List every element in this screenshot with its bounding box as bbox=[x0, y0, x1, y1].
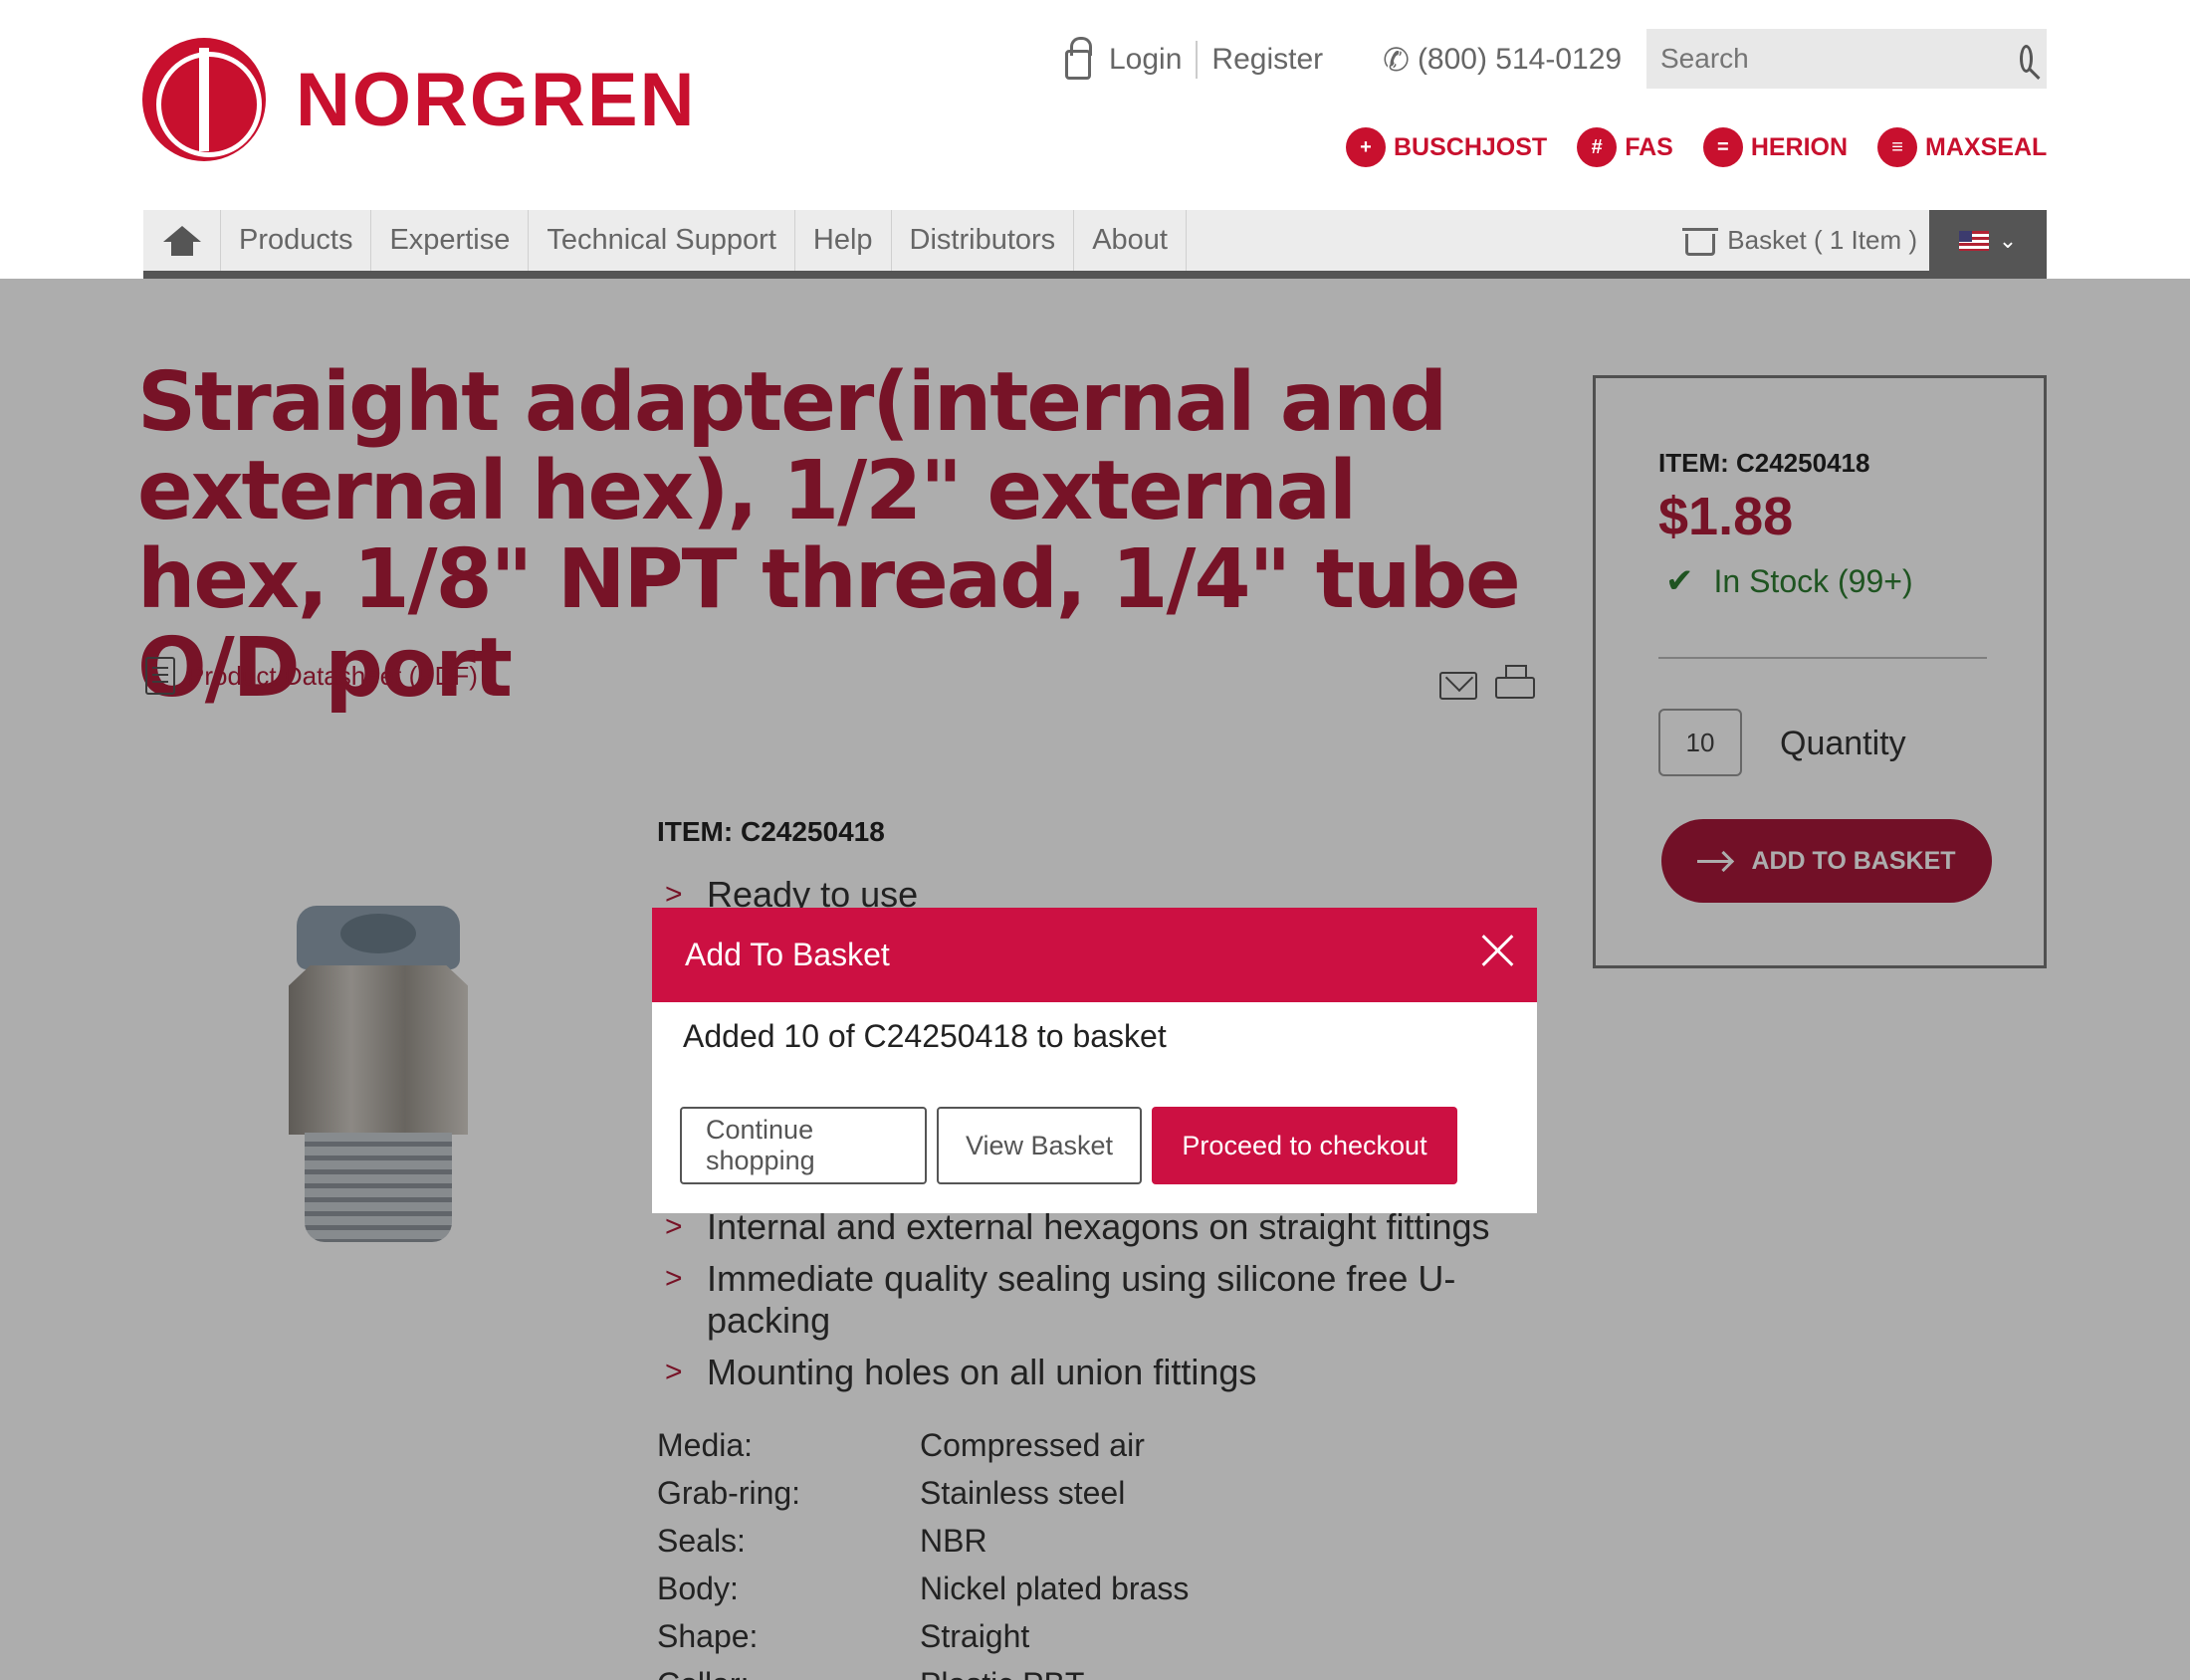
fas-logo-icon: # bbox=[1577, 127, 1618, 167]
nav-expertise[interactable]: Expertise bbox=[371, 210, 530, 271]
proceed-to-checkout-button[interactable]: Proceed to checkout bbox=[1152, 1107, 1457, 1184]
nav-help[interactable]: Help bbox=[795, 210, 892, 271]
brand-label: BUSCHJOST bbox=[1394, 132, 1548, 161]
brand-links: + BUSCHJOST # FAS = HERION ≡ MAXSEAL bbox=[1346, 127, 2047, 167]
brand-label: FAS bbox=[1625, 132, 1673, 161]
norgren-logo[interactable]: NORGREN bbox=[142, 38, 696, 161]
brand-herion[interactable]: = HERION bbox=[1702, 127, 1849, 167]
modal-header: Add To Basket bbox=[652, 908, 1537, 1002]
site-header: NORGREN Login Register ✆ (800) 514-0129 … bbox=[0, 0, 2190, 279]
login-link[interactable]: Login bbox=[1109, 43, 1182, 77]
brand-label: MAXSEAL bbox=[1925, 132, 2048, 161]
locale-selector[interactable]: ⌄ bbox=[1929, 210, 2047, 271]
brand-fas[interactable]: # FAS bbox=[1577, 127, 1673, 167]
continue-shopping-button[interactable]: Continue shopping bbox=[680, 1107, 927, 1184]
search-icon[interactable] bbox=[2020, 45, 2033, 73]
modal-actions: Continue shopping View Basket Proceed to… bbox=[680, 1107, 1457, 1184]
nav-about[interactable]: About bbox=[1074, 210, 1187, 271]
us-flag-icon bbox=[1958, 230, 1989, 251]
home-icon bbox=[162, 225, 201, 256]
search-input[interactable] bbox=[1660, 43, 2020, 75]
nav-distributors[interactable]: Distributors bbox=[892, 210, 1075, 271]
basket-link[interactable]: Basket ( 1 Item ) bbox=[1673, 210, 1929, 271]
brand-buschjost[interactable]: + BUSCHJOST bbox=[1346, 127, 1547, 167]
brand-maxseal[interactable]: ≡ MAXSEAL bbox=[1877, 127, 2047, 167]
basket-label: Basket ( 1 Item ) bbox=[1727, 225, 1917, 255]
globe-logo-icon bbox=[142, 38, 266, 161]
phone-number[interactable]: (800) 514-0129 bbox=[1418, 43, 1622, 77]
herion-logo-icon: = bbox=[1702, 127, 1743, 167]
maxseal-logo-icon: ≡ bbox=[1877, 127, 1918, 167]
nav-home[interactable] bbox=[143, 210, 221, 271]
register-link[interactable]: Register bbox=[1211, 43, 1323, 77]
top-links: Login Register ✆ (800) 514-0129 bbox=[1065, 37, 1622, 80]
logo-text: NORGREN bbox=[296, 57, 697, 142]
add-to-basket-modal: Add To Basket Added 10 of C24250418 to b… bbox=[652, 908, 1537, 1213]
phone-icon: ✆ bbox=[1383, 42, 1410, 78]
search-box bbox=[1646, 29, 2047, 89]
brand-label: HERION bbox=[1750, 132, 1849, 161]
view-basket-button[interactable]: View Basket bbox=[937, 1107, 1142, 1184]
basket-icon bbox=[1682, 227, 1719, 256]
modal-message: Added 10 of C24250418 to basket bbox=[683, 1018, 1167, 1054]
divider bbox=[1196, 41, 1199, 79]
main-nav: Products Expertise Technical Support Hel… bbox=[143, 210, 2047, 279]
nav-products[interactable]: Products bbox=[221, 210, 372, 271]
lock-icon bbox=[1065, 37, 1092, 80]
modal-title: Add To Basket bbox=[685, 937, 890, 972]
buschjost-logo-icon: + bbox=[1346, 127, 1386, 167]
chevron-down-icon: ⌄ bbox=[1998, 227, 2018, 253]
nav-technical-support[interactable]: Technical Support bbox=[529, 210, 795, 271]
close-icon[interactable] bbox=[1477, 930, 1517, 969]
